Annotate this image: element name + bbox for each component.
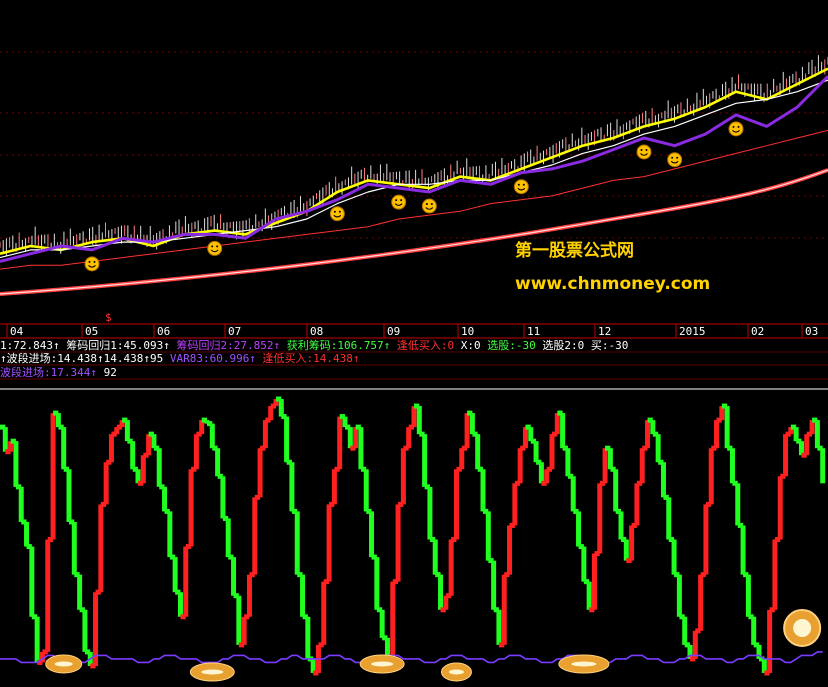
x-tick-label: 07 xyxy=(228,325,241,338)
indicator-readout: 波段进场:17.344↑ xyxy=(0,365,97,379)
smiley-eye xyxy=(517,183,520,186)
x-tick-label: 2015 xyxy=(679,325,706,338)
highlight-circle-core xyxy=(793,619,812,637)
smiley-icon xyxy=(391,194,407,210)
smiley-eye xyxy=(400,199,403,202)
x-axis-ticks: 04 05 06 07 08 09 10 11 12 2015 02 03 xyxy=(6,324,818,338)
indicator-readout: 逢低买入:0 xyxy=(390,339,454,352)
indicator-readout: 选股2:0 xyxy=(536,339,585,352)
smiley-face xyxy=(84,256,100,272)
oscillator-step-line xyxy=(0,396,826,676)
chart-root: 第一股票公式网 www.chnmoney.com $ 04 05 06 07 08 09 1… xyxy=(0,51,828,682)
indicator-readout: 逢低买入:14.438↑ xyxy=(256,352,360,365)
smiley-eye xyxy=(216,245,219,248)
price-panel-grid xyxy=(0,51,828,239)
smiley-face xyxy=(728,121,744,137)
smiley-icon xyxy=(636,144,652,160)
smiley-eye xyxy=(88,260,91,263)
smiley-eye xyxy=(522,183,525,186)
x-tick-label: 12 xyxy=(598,325,611,338)
indicator-readout: VAR83:60.996↑ xyxy=(163,352,256,365)
smiley-icon xyxy=(513,179,529,195)
oscillator-marker-core xyxy=(371,661,394,667)
smiley-face xyxy=(329,206,345,222)
smiley-eye xyxy=(676,156,679,159)
x-tick-label: 09 xyxy=(387,325,400,338)
smiley-face xyxy=(391,194,407,210)
smiley-eye xyxy=(671,156,674,159)
smiley-icon xyxy=(728,121,744,137)
smiley-icon xyxy=(207,240,223,256)
smiley-icon xyxy=(667,152,683,168)
smiley-eye xyxy=(737,125,740,128)
smiley-face xyxy=(421,198,437,214)
smiley-face xyxy=(513,179,529,195)
indicator-readout: 获利筹码:106.757↑ xyxy=(280,338,390,352)
smiley-eye xyxy=(732,125,735,128)
oscillator-marker-core xyxy=(201,669,224,675)
oscillator-marker-core xyxy=(54,661,73,667)
smiley-eye xyxy=(425,203,428,205)
smiley-icon xyxy=(421,198,437,214)
smiley-eye xyxy=(395,199,398,202)
smiley-eye xyxy=(333,210,336,213)
indicator-readouts: 1:72.843↑ 筹码回归1:45.093↑ 筹码回归2:27.852↑ 获利… xyxy=(0,338,828,380)
oscillator-marker-core xyxy=(571,661,597,667)
indicator-readout: 1:72.843↑ xyxy=(0,339,60,352)
indicator-readout: 选股:-30 xyxy=(481,339,536,352)
indicator-readout: 筹码回归1:45.093↑ xyxy=(60,338,170,352)
indicator-readout: 92 xyxy=(97,366,117,379)
watermark-url: www.chnmoney.com xyxy=(515,274,710,294)
indicator-readout-line: ↑波段进场:14.438↑14.438↑95 VAR83:60.996↑ 逢低买… xyxy=(0,351,360,365)
smiley-icon xyxy=(84,256,100,272)
x-tick-label: 05 xyxy=(85,325,98,338)
x-tick-label: 02 xyxy=(751,325,764,338)
smiley-eye xyxy=(93,260,96,263)
baseline-line xyxy=(0,651,823,664)
indicator-readout-line: 1:72.843↑ 筹码回归1:45.093↑ 筹码回归2:27.852↑ 获利… xyxy=(0,338,628,352)
indicator-readout: 筹码回归2:27.852↑ xyxy=(170,338,280,352)
smiley-eye xyxy=(211,245,214,248)
smiley-icon xyxy=(329,206,345,222)
indicator-readout: X:0 xyxy=(454,339,481,352)
oscillator-markers xyxy=(45,609,822,682)
smiley-eye xyxy=(338,210,341,213)
x-tick-label: 06 xyxy=(157,325,170,338)
candlestick-wicks xyxy=(0,55,828,257)
indicator-readout: ↑波段进场:14.438↑14.438↑95 xyxy=(0,351,163,365)
ma-red-line xyxy=(0,129,828,270)
x-tick-label: 04 xyxy=(10,325,24,338)
smiley-eye xyxy=(645,149,648,151)
smiley-face xyxy=(667,152,683,168)
oscillator-baseline xyxy=(0,651,823,664)
smiley-eye xyxy=(430,203,433,205)
x-tick-label: 10 xyxy=(461,325,474,338)
indicator-readout: 买:-30 xyxy=(584,339,628,352)
x-tick-label: 11 xyxy=(527,325,540,338)
x-tick-label: 03 xyxy=(805,325,818,338)
smiley-eye xyxy=(640,149,643,151)
dollar-marker: $ xyxy=(105,311,112,324)
indicator-readout-line: 波段进场:17.344↑ 92 xyxy=(0,365,117,379)
oscillator-marker-core xyxy=(448,669,464,675)
x-tick-label: 08 xyxy=(310,325,323,338)
smiley-face xyxy=(207,240,223,256)
watermark-name: 第一股票公式网 xyxy=(515,240,634,261)
smiley-face xyxy=(636,144,652,160)
